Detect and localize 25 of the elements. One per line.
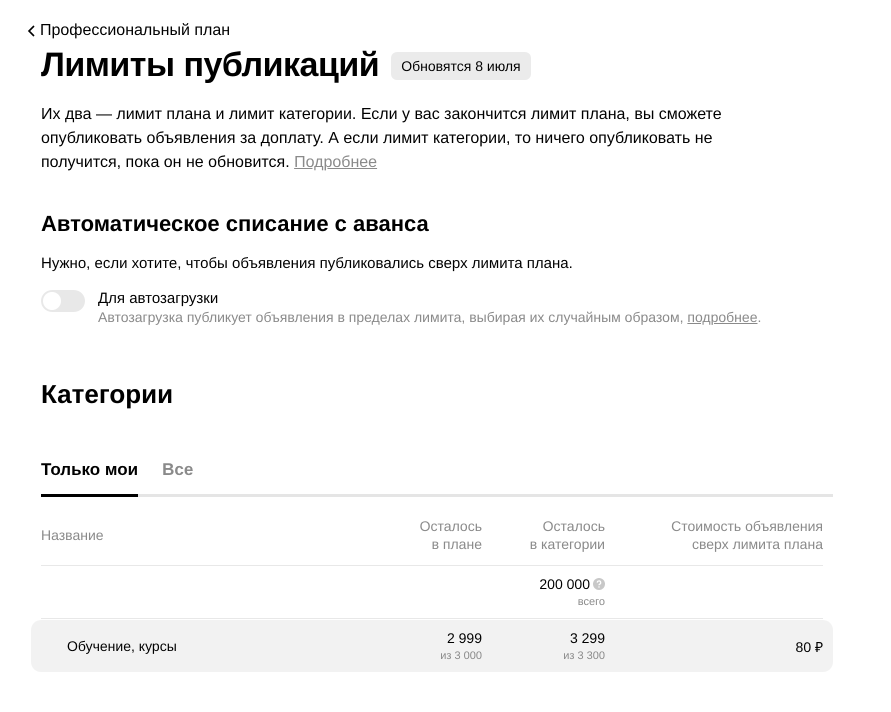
category-total: из 3 300 — [563, 650, 605, 662]
plan-total: из 3 000 — [440, 650, 482, 662]
column-header: Стоимость объявления сверх лимита плана — [670, 517, 823, 553]
plan-remaining: 2 999 — [446, 630, 482, 646]
chevron-left-icon — [27, 24, 37, 38]
category-remaining: 3 299 — [570, 630, 605, 646]
section-description: Нужно, если хотите, чтобы объявления публиковались сверх лимита плана. — [41, 255, 574, 272]
column-header: Название — [41, 526, 105, 544]
back-link[interactable]: Профессиональный план — [27, 22, 230, 40]
category-row[interactable]: Обучение, курсы 2 999 из 3 000 3 299 из 3 300 80 ₽ — [31, 620, 833, 672]
categories-title: Категории — [41, 379, 174, 410]
toggle-hint: Автозагрузка публикует объявления в пределах лимита, выбирая их случайным образом, подробнее. — [98, 309, 762, 325]
listing-price: 80 ₽ — [794, 638, 823, 656]
total-caption: всего — [578, 596, 605, 608]
category-name: Обучение, курсы — [67, 638, 178, 654]
column-header: Осталось в категории — [528, 517, 605, 553]
section-title: Автоматическое списание с аванса — [41, 211, 430, 237]
total-value: 200 000 — [539, 576, 605, 592]
column-header: Осталось в плане — [418, 517, 482, 553]
page-title: Лимиты публикаций — [41, 46, 380, 85]
toggle-label: Для автозагрузки — [98, 290, 220, 307]
category-tab[interactable]: Только мои — [41, 460, 138, 497]
help-icon[interactable] — [593, 578, 605, 590]
intro-paragraph: Их два — лимит плана и лимит категории. Если у вас закончится лимит плана, вы сможете опубликовать объявления за доплату. А если лимит категории, то ничего опубликовать не получится, пока он не обновится. Подробнее — [41, 105, 723, 173]
update-date-badge: Обновятся 8 июля — [391, 52, 531, 80]
